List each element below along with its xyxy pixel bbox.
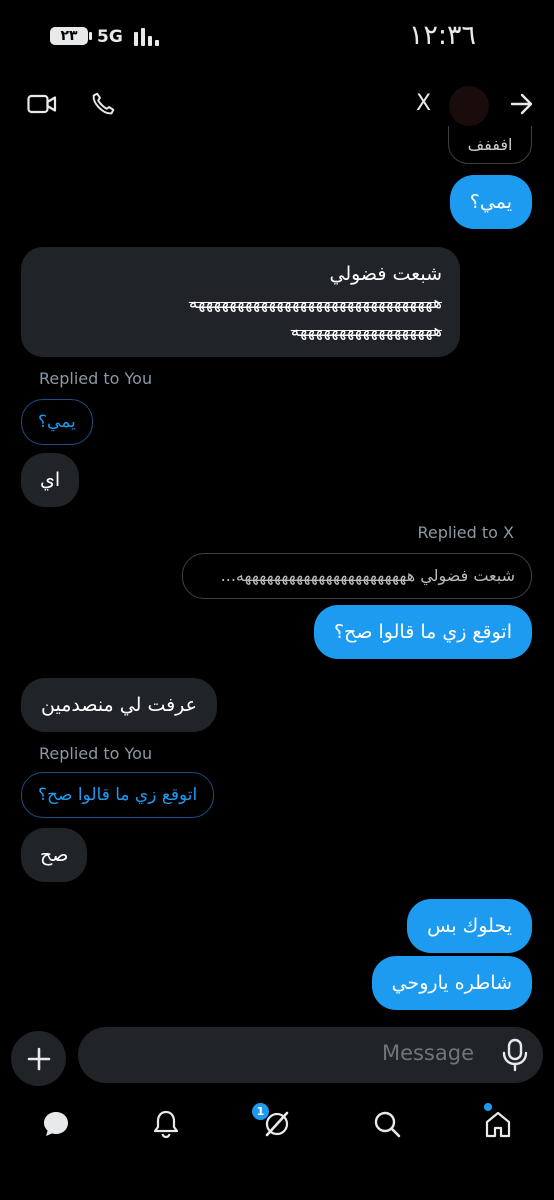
- message-text: شاطره ياروحي: [391, 972, 512, 994]
- battery-level: ٢٣: [60, 28, 78, 44]
- replied-label: Replied to X: [417, 523, 514, 542]
- notification-badge: 1: [252, 1103, 269, 1120]
- signal-icon: [134, 28, 159, 46]
- plus-icon: [27, 1047, 50, 1070]
- message-text: اي: [40, 469, 61, 491]
- received-message[interactable]: صح: [21, 828, 88, 882]
- received-message[interactable]: عرفت لي منصدمين: [21, 678, 217, 732]
- reply-quote[interactable]: شبعت فضولي هههههههههههههههههههههههه...: [182, 553, 532, 599]
- network-label: 5G: [97, 27, 123, 47]
- reply-quote[interactable]: اتوقع زي ما قالوا صح؟: [21, 772, 215, 818]
- sent-message[interactable]: اتوقع زي ما قالوا صح؟: [314, 605, 532, 659]
- message-text: صح: [40, 844, 69, 866]
- avatar[interactable]: [449, 86, 489, 126]
- quoted-message[interactable]: افففف: [448, 126, 532, 164]
- message-placeholder: Message: [381, 1041, 474, 1065]
- sent-message[interactable]: يمي؟: [449, 175, 532, 229]
- message-text: شبعت فضولي: [329, 263, 442, 285]
- nav-home-icon[interactable]: [481, 1106, 515, 1142]
- message-text: هههههههههههههههههههههههههههههههه: [188, 293, 443, 313]
- quote-text: شبعت فضولي هههههههههههههههههههههههه...: [220, 566, 515, 585]
- quote-text: اتوقع زي ما قالوا صح؟: [38, 785, 198, 805]
- clock: ١٢:٣٦: [408, 20, 476, 51]
- received-message[interactable]: اي: [21, 453, 80, 507]
- message-text: يحلوك بس: [427, 915, 512, 937]
- nav-notifications-icon[interactable]: [149, 1106, 183, 1142]
- video-call-icon[interactable]: [25, 87, 59, 121]
- message-text: اتوقع زي ما قالوا صح؟: [334, 621, 512, 643]
- home-indicator-dot: [484, 1103, 492, 1111]
- phone-call-icon[interactable]: [86, 87, 120, 121]
- quoted-text: افففف: [467, 135, 513, 154]
- message-text: يمي؟: [469, 191, 512, 213]
- reply-quote[interactable]: يمي؟: [21, 399, 93, 445]
- conversation-name[interactable]: X: [416, 91, 431, 116]
- microphone-icon[interactable]: [500, 1038, 530, 1072]
- battery-indicator: ٢٣: [50, 27, 92, 45]
- sent-message[interactable]: يحلوك بس: [407, 899, 532, 953]
- nav-search-icon[interactable]: [370, 1106, 404, 1142]
- add-attachment-button[interactable]: [11, 1031, 66, 1086]
- message-text: ههههههههههههههههههه: [290, 321, 443, 341]
- message-text: عرفت لي منصدمين: [41, 694, 197, 716]
- quote-text: يمي؟: [38, 412, 76, 432]
- sent-message[interactable]: شاطره ياروحي: [371, 956, 532, 1010]
- replied-label: Replied to You: [39, 744, 153, 763]
- replied-label: Replied to You: [39, 369, 153, 388]
- back-arrow-icon[interactable]: [505, 87, 539, 121]
- nav-messages-icon[interactable]: [39, 1106, 73, 1142]
- received-message[interactable]: شبعت فضولي ههههههههههههههههههههههههههههه…: [21, 247, 460, 357]
